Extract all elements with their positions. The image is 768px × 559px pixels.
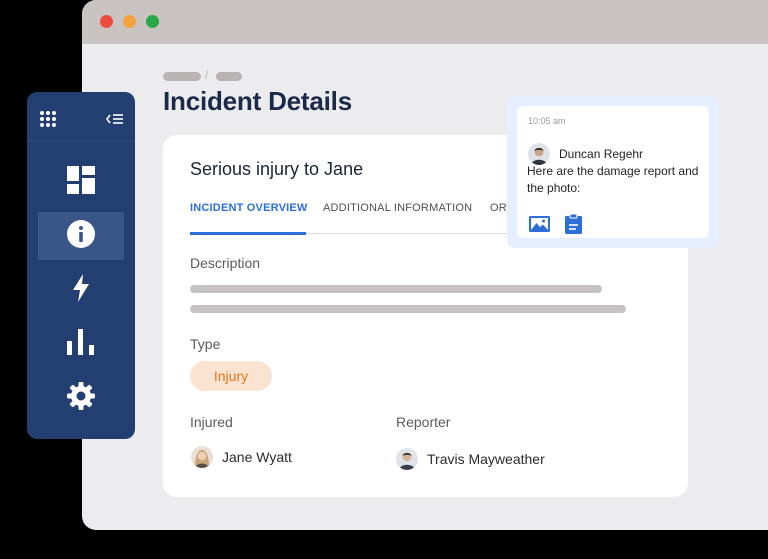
gear-icon bbox=[67, 381, 95, 415]
app-grid-icon[interactable] bbox=[39, 110, 57, 133]
avatar bbox=[396, 448, 418, 470]
minimize-window-button[interactable] bbox=[123, 15, 136, 28]
sidebar-item-reports[interactable] bbox=[38, 320, 124, 368]
chat-sender: Duncan Regehr bbox=[528, 143, 643, 165]
injured-person[interactable]: Jane Wyatt bbox=[191, 446, 292, 468]
chat-timestamp: 10:05 am bbox=[528, 116, 566, 126]
description-label: Description bbox=[190, 255, 261, 271]
breadcrumb-item-placeholder[interactable] bbox=[163, 72, 201, 81]
lightning-icon bbox=[72, 273, 90, 307]
collapse-sidebar-icon[interactable] bbox=[106, 112, 124, 130]
sidebar-item-dashboard[interactable] bbox=[38, 158, 124, 206]
tab-additional-information[interactable]: ADDITIONAL INFORMATION bbox=[323, 201, 472, 232]
clipboard-attachment-icon[interactable] bbox=[564, 213, 583, 240]
avatar bbox=[191, 446, 213, 468]
sidebar-item-actions[interactable] bbox=[38, 266, 124, 314]
avatar bbox=[528, 143, 550, 165]
breadcrumb-separator: / bbox=[205, 68, 209, 82]
dashboard-icon bbox=[67, 165, 95, 199]
description-text-placeholder bbox=[190, 285, 602, 293]
sidebar-header bbox=[27, 92, 135, 141]
chat-sender-name: Duncan Regehr bbox=[559, 147, 644, 161]
chat-popover: 10:05 am Duncan Regehr Here are the dama… bbox=[507, 96, 719, 248]
page-title: Incident Details bbox=[163, 86, 352, 116]
injured-name: Jane Wyatt bbox=[222, 449, 292, 465]
reporter-name: Travis Mayweather bbox=[427, 451, 545, 467]
sidebar bbox=[27, 92, 135, 439]
description-text-placeholder bbox=[190, 305, 626, 313]
chat-message-card: 10:05 am Duncan Regehr Here are the dama… bbox=[517, 106, 709, 238]
sidebar-item-settings[interactable] bbox=[38, 374, 124, 422]
injured-label: Injured bbox=[190, 414, 233, 430]
chat-message-text: Here are the damage report and the photo… bbox=[527, 164, 699, 195]
incident-title: Serious injury to Jane bbox=[190, 159, 364, 179]
reporter-person[interactable]: Travis Mayweather bbox=[396, 448, 545, 470]
image-attachment-icon[interactable] bbox=[528, 215, 551, 238]
reporter-label: Reporter bbox=[396, 414, 451, 430]
type-badge: Injury bbox=[190, 361, 272, 391]
type-label: Type bbox=[190, 336, 221, 352]
breadcrumb-item-placeholder[interactable] bbox=[216, 72, 242, 81]
sidebar-item-info[interactable] bbox=[38, 212, 124, 260]
tab-incident-overview[interactable]: INCIDENT OVERVIEW bbox=[190, 201, 307, 235]
window-titlebar bbox=[82, 0, 768, 44]
bar-chart-icon bbox=[67, 328, 95, 360]
close-window-button[interactable] bbox=[100, 15, 113, 28]
info-icon bbox=[67, 219, 95, 253]
zoom-window-button[interactable] bbox=[146, 15, 159, 28]
